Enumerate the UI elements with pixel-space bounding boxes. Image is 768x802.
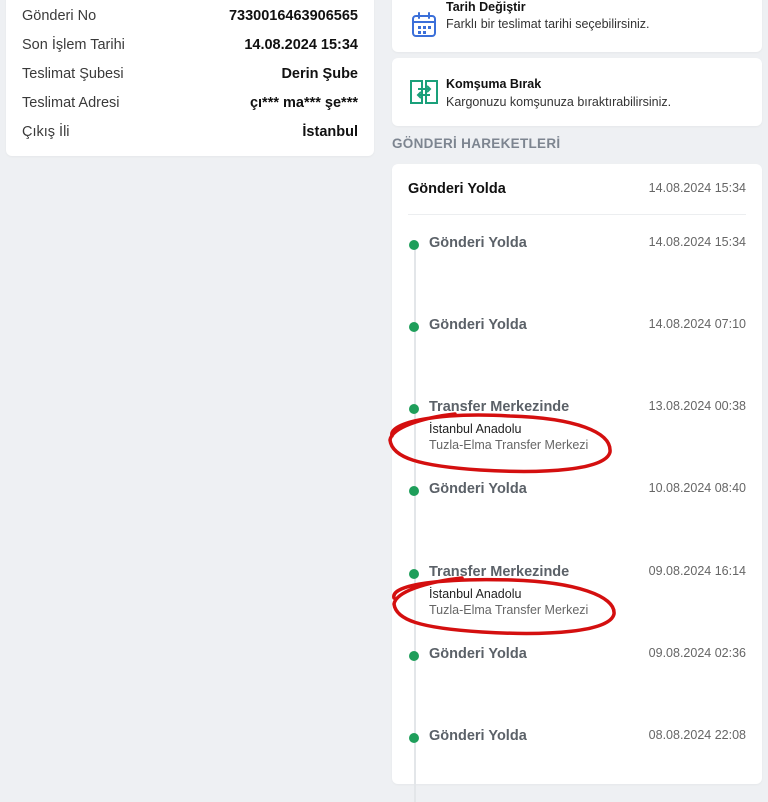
shipment-info-card: Gönderi No 7330016463906565 Son İşlem Ta…: [6, 0, 374, 156]
info-row-branch: Teslimat Şubesi Derin Şube: [22, 59, 358, 88]
info-value: 7330016463906565: [228, 7, 358, 24]
info-row-origin-city: Çıkış İli İstanbul: [22, 117, 358, 146]
change-date-subtitle: Farklı bir teslimat tarihi seçebilirsini…: [446, 17, 650, 31]
status-dot: [409, 569, 419, 579]
info-row-last-update: Son İşlem Tarihi 14.08.2024 15:34: [22, 30, 358, 59]
leave-with-neighbor-title: Komşuma Bırak: [446, 77, 542, 91]
change-date-title: Tarih Değiştir: [446, 0, 526, 14]
leave-with-neighbor-card[interactable]: Komşuma Bırak Kargonuzu komşunuza bırakt…: [392, 58, 762, 126]
info-row-shipment-no: Gönderi No 7330016463906565: [22, 1, 358, 30]
timeline-event: Gönderi Yolda 08.08.2024 22:08: [408, 725, 746, 795]
event-date: 09.08.2024 02:36: [648, 646, 746, 660]
timeline-event: Gönderi Yolda 14.08.2024 15:34: [408, 232, 746, 302]
event-status: Gönderi Yolda: [429, 317, 527, 333]
event-date: 13.08.2024 00:38: [648, 399, 746, 413]
event-status: Transfer Merkezinde: [429, 399, 570, 415]
info-label: Teslimat Şubesi: [22, 65, 124, 82]
leave-with-neighbor-subtitle: Kargonuzu komşunuza bıraktırabilirsiniz.: [446, 95, 672, 109]
event-status: Gönderi Yolda: [429, 235, 527, 251]
event-facility: Tuzla-Elma Transfer Merkezi: [429, 438, 589, 452]
info-value: çı*** ma*** şe***: [249, 94, 358, 111]
event-location: İstanbul Anadolu: [429, 422, 522, 436]
event-status: Transfer Merkezinde: [429, 564, 570, 580]
info-label: Çıkış İli: [22, 123, 70, 140]
door-exchange-icon: [410, 78, 438, 106]
info-label: Gönderi No: [22, 7, 97, 24]
current-status: Gönderi Yolda: [408, 181, 506, 197]
calendar-icon: [410, 11, 438, 39]
status-dot: [409, 240, 419, 250]
timeline-event: Gönderi Yolda 14.08.2024 07:10: [408, 314, 746, 384]
section-title: GÖNDERİ HAREKETLERİ: [392, 136, 561, 151]
timeline-event: Transfer Merkezinde 09.08.2024 16:14 İst…: [408, 561, 746, 631]
status-dot: [409, 404, 419, 414]
event-date: 08.08.2024 22:08: [648, 728, 746, 742]
event-date: 10.08.2024 08:40: [648, 481, 746, 495]
shipment-timeline: Gönderi Yolda 14.08.2024 15:34 Gönderi Y…: [392, 164, 762, 802]
event-date: 14.08.2024 15:34: [648, 235, 746, 249]
info-value: İstanbul: [302, 123, 358, 140]
timeline-event: Gönderi Yolda 10.08.2024 08:40: [408, 478, 746, 548]
info-label: Son İşlem Tarihi: [22, 36, 125, 53]
status-dot: [409, 486, 419, 496]
change-date-card[interactable]: Tarih Değiştir Farklı bir teslimat tarih…: [392, 0, 762, 52]
timeline-event: Gönderi Yolda 09.08.2024 02:36: [408, 643, 746, 713]
event-facility: Tuzla-Elma Transfer Merkezi: [429, 603, 589, 617]
event-status: Gönderi Yolda: [429, 728, 527, 744]
info-value: Derin Şube: [281, 65, 358, 82]
info-value: 14.08.2024 15:34: [244, 36, 358, 53]
event-location: İstanbul Anadolu: [429, 587, 522, 601]
current-status-date: 14.08.2024 15:34: [648, 181, 746, 195]
status-dot: [409, 322, 419, 332]
event-status: Gönderi Yolda: [429, 646, 527, 662]
info-row-address: Teslimat Adresi çı*** ma*** şe***: [22, 88, 358, 117]
event-status: Gönderi Yolda: [429, 481, 527, 497]
event-date: 14.08.2024 07:10: [648, 317, 746, 331]
info-label: Teslimat Adresi: [22, 94, 120, 111]
status-dot: [409, 651, 419, 661]
timeline-event: Transfer Merkezinde 13.08.2024 00:38 İst…: [408, 396, 746, 466]
status-dot: [409, 733, 419, 743]
event-date: 09.08.2024 16:14: [648, 564, 746, 578]
timeline-header: Gönderi Yolda 14.08.2024 15:34: [408, 164, 746, 215]
